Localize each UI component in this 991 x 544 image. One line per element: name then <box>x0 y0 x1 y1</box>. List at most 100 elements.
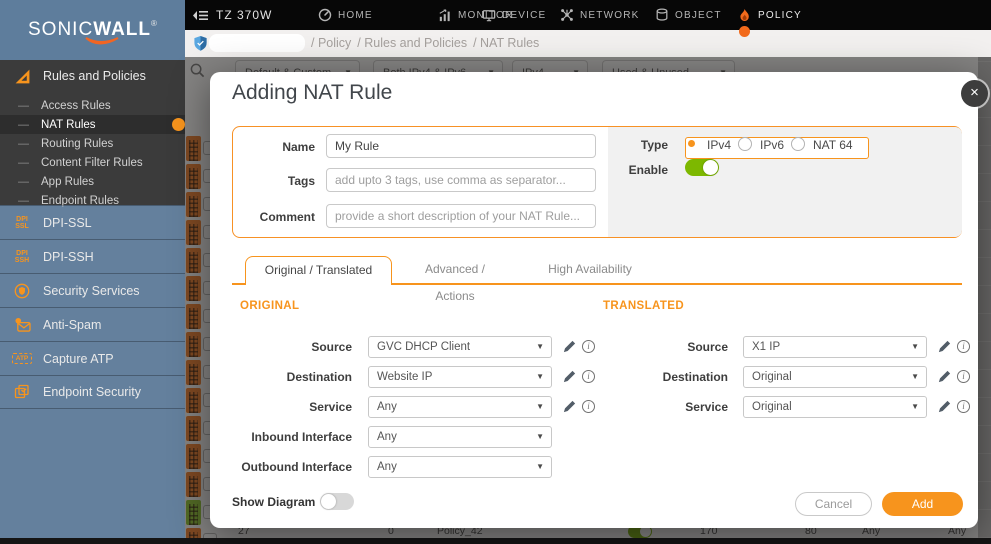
type-label: Type <box>640 138 668 152</box>
cancel-button[interactable]: Cancel <box>795 492 872 516</box>
inbound-interface-select[interactable]: Any ▼ <box>368 426 552 448</box>
breadcrumb-rules-and-policies[interactable]: / Rules and Policies <box>357 36 467 50</box>
dpi-ssh-icon: DPI SSH <box>14 249 30 264</box>
translated-source-select[interactable]: X1 IP ▼ <box>743 336 927 358</box>
info-icon[interactable]: i <box>582 340 595 353</box>
home-gauge-icon <box>318 8 332 22</box>
enable-label: Enable <box>628 163 668 177</box>
info-icon[interactable]: i <box>957 340 970 353</box>
show-diagram-toggle[interactable] <box>320 493 354 510</box>
original-section-heading: ORIGINAL <box>240 300 300 312</box>
close-icon[interactable]: × <box>961 80 988 107</box>
nav-network-label: NETWORK <box>580 9 640 21</box>
dash-icon: — <box>18 118 29 131</box>
appliance-name: TZ 370W <box>216 8 273 22</box>
sidebar-item-nat-rules[interactable]: — NAT Rules <box>0 115 185 134</box>
translated-service-label: Service <box>685 400 728 414</box>
edit-pencil-icon[interactable] <box>562 369 577 384</box>
ruler-triangle-icon <box>15 69 30 83</box>
tab-advanced-actions[interactable]: Advanced / Actions <box>405 256 505 303</box>
sidebar-item-routing-rules[interactable]: — Routing Rules <box>0 134 185 153</box>
info-icon[interactable]: i <box>957 370 970 383</box>
sidebar-item-access-rules[interactable]: — Access Rules <box>0 96 185 115</box>
edit-pencil-icon[interactable] <box>562 399 577 414</box>
comment-label: Comment <box>259 210 315 224</box>
translated-destination-label: Destination <box>662 370 728 384</box>
nav-home-label: HOME <box>338 9 373 21</box>
collapse-menu-icon[interactable] <box>193 10 208 21</box>
chevron-down-icon: ▼ <box>536 402 544 411</box>
translated-service-select[interactable]: Original ▼ <box>743 396 927 418</box>
sidebar-item-dpi-ssh[interactable]: DPI SSH DPI-SSH <box>0 239 185 273</box>
original-destination-select[interactable]: Website IP ▼ <box>368 366 552 388</box>
redacted-device-name <box>209 34 305 52</box>
original-service-select[interactable]: Any ▼ <box>368 396 552 418</box>
adding-nat-rule-dialog: Adding NAT Rule × Name Tags Comment Type… <box>210 72 988 528</box>
edit-pencil-icon[interactable] <box>937 369 952 384</box>
translated-source-label: Source <box>687 340 728 354</box>
dash-icon: — <box>18 156 29 169</box>
breadcrumb-policy[interactable]: / Policy <box>311 36 351 50</box>
dash-icon: — <box>18 99 29 112</box>
logo-swoosh <box>85 37 119 45</box>
tags-input[interactable] <box>326 168 596 192</box>
name-label: Name <box>282 140 315 154</box>
show-diagram-label: Show Diagram <box>232 495 316 509</box>
dash-icon: — <box>18 175 29 188</box>
original-destination-label: Destination <box>286 370 352 384</box>
chevron-down-icon: ▼ <box>536 462 544 471</box>
sidebar-item-endpoint-security[interactable]: Endpoint Security <box>0 375 185 409</box>
translated-destination-select[interactable]: Original ▼ <box>743 366 927 388</box>
edit-pencil-icon[interactable] <box>937 399 952 414</box>
security-shield-icon <box>14 283 30 298</box>
sidebar-item-content-filter-rules[interactable]: — Content Filter Rules <box>0 153 185 172</box>
tab-high-availability[interactable]: High Availability <box>545 256 635 283</box>
sidebar-item-security-services[interactable]: Security Services <box>0 273 185 307</box>
monitor-chart-icon <box>439 8 450 21</box>
inbound-interface-label: Inbound Interface <box>251 430 352 444</box>
outbound-interface-label: Outbound Interface <box>241 460 352 474</box>
translated-section-heading: TRANSLATED <box>603 300 685 312</box>
sidebar-item-capture-atp[interactable]: ATP Capture ATP <box>0 341 185 375</box>
active-menu-indicator-dot <box>739 26 750 37</box>
appliance-selector[interactable]: TZ 370W <box>193 0 272 30</box>
original-source-select[interactable]: GVC DHCP Client ▼ <box>368 336 552 358</box>
info-icon[interactable]: i <box>582 370 595 383</box>
radio-nat64[interactable] <box>791 137 805 151</box>
sidebar-group-rules-and-policies[interactable]: Rules and Policies <box>0 60 185 92</box>
chevron-down-icon: ▼ <box>911 372 919 381</box>
rules-group: Rules and Policies — Access Rules — NAT Ru… <box>0 60 185 207</box>
chevron-down-icon: ▼ <box>536 342 544 351</box>
sidebar: Rules and Policies — Access Rules — NAT Ru… <box>0 60 185 538</box>
sonicwall-logo: SONICWALL® <box>0 0 185 60</box>
original-source-label: Source <box>311 340 352 354</box>
nav-network[interactable]: NETWORK <box>560 0 640 30</box>
sidebar-item-anti-spam[interactable]: Anti-Spam <box>0 307 185 341</box>
edit-pencil-icon[interactable] <box>562 339 577 354</box>
radio-ipv6-label: IPv6 <box>760 138 785 152</box>
sidebar-item-app-rules[interactable]: — App Rules <box>0 172 185 191</box>
logo-sonic: SONIC <box>28 19 94 40</box>
nav-object[interactable]: OBJECT <box>655 0 722 30</box>
dialog-title: Adding NAT Rule <box>232 81 393 104</box>
comment-input[interactable] <box>326 204 596 228</box>
radio-ipv6[interactable] <box>738 137 752 151</box>
enable-toggle[interactable] <box>685 159 719 176</box>
chevron-down-icon: ▼ <box>911 342 919 351</box>
chevron-down-icon: ▼ <box>536 432 544 441</box>
app-root: TZ 370W HOME MONITOR DEVICE NETWORK OBJE… <box>0 0 991 544</box>
info-icon[interactable]: i <box>582 400 595 413</box>
anti-spam-mail-icon <box>14 317 31 332</box>
nav-home[interactable]: HOME <box>318 0 373 30</box>
policy-flame-icon <box>740 8 749 21</box>
breadcrumb-nat-rules[interactable]: / NAT Rules <box>473 36 539 50</box>
nav-device[interactable]: DEVICE <box>482 0 546 30</box>
info-icon[interactable]: i <box>957 400 970 413</box>
add-button[interactable]: Add <box>882 492 963 516</box>
outbound-interface-select[interactable]: Any ▼ <box>368 456 552 478</box>
name-input[interactable] <box>326 134 596 158</box>
edit-pencil-icon[interactable] <box>937 339 952 354</box>
device-screen-icon <box>482 9 496 21</box>
sidebar-item-dpi-ssl[interactable]: DPI SSL DPI-SSL <box>0 205 185 239</box>
tab-original-translated[interactable]: Original / Translated <box>245 256 392 285</box>
